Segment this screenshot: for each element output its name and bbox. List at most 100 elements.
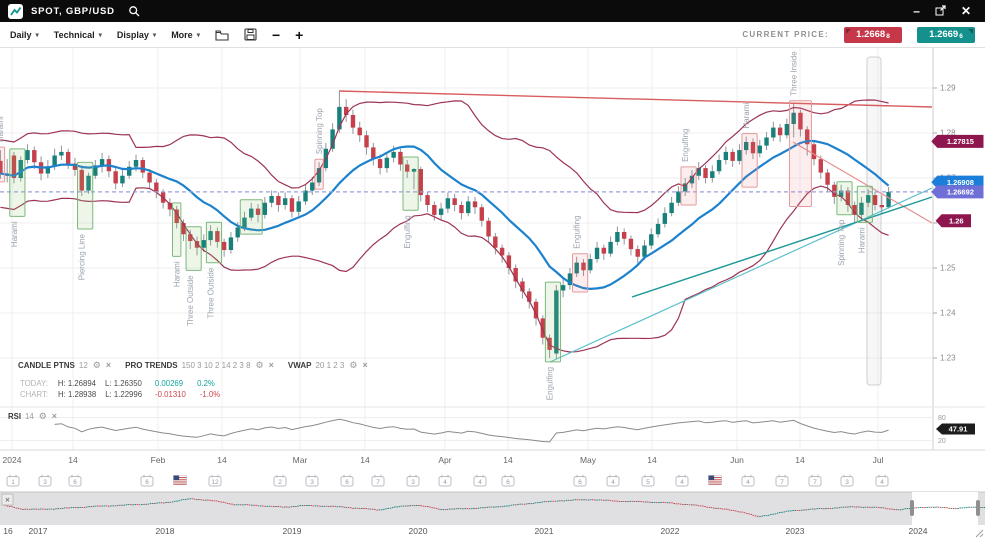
event-icon[interactable]: 4 xyxy=(474,475,486,486)
menu-technical[interactable]: Technical ▾ xyxy=(54,30,102,40)
pattern-box[interactable] xyxy=(742,134,757,188)
zoom-in-button[interactable]: + xyxy=(295,28,303,42)
navigator-handle-right[interactable] xyxy=(976,500,980,516)
candle-body xyxy=(385,158,389,168)
candle-body xyxy=(764,138,768,146)
event-count: 3 xyxy=(845,479,849,486)
pattern-box[interactable] xyxy=(315,159,323,189)
menu-display[interactable]: Display ▾ xyxy=(117,30,156,40)
event-icon[interactable]: 6 xyxy=(502,475,514,486)
event-count: 7 xyxy=(376,479,380,486)
navigator-handle-left[interactable] xyxy=(910,500,914,516)
event-icon[interactable]: 3 xyxy=(841,475,853,486)
pattern-label: Three Outside xyxy=(186,275,195,326)
indicator-settings-icon[interactable]: ⚙ xyxy=(349,360,357,370)
indicator-settings-icon[interactable]: ⚙ xyxy=(39,411,47,421)
trend-line[interactable] xyxy=(339,91,932,107)
indicator-params: 12 xyxy=(79,361,88,370)
candle-body xyxy=(425,195,429,205)
bid-price-badge[interactable]: 1.26688 xyxy=(844,27,902,43)
event-count: 4 xyxy=(443,479,447,486)
pattern-label: Harami xyxy=(0,116,5,142)
event-icon[interactable]: 4 xyxy=(607,475,619,486)
indicator-remove-icon[interactable]: × xyxy=(52,411,57,421)
event-icon[interactable]: 5 xyxy=(642,475,654,486)
pattern-box[interactable] xyxy=(573,254,588,292)
pattern-box[interactable] xyxy=(10,149,25,217)
navigator-year-label: 2022 xyxy=(661,526,680,536)
event-icon[interactable]: 2 xyxy=(274,475,286,486)
event-icon[interactable]: 3 xyxy=(407,475,419,486)
candle-body xyxy=(439,209,443,215)
pattern-box[interactable] xyxy=(240,200,262,234)
indicator-name: PRO TRENDS xyxy=(125,361,178,370)
event-icon[interactable]: 3 xyxy=(39,475,51,486)
us-flag-icon[interactable] xyxy=(174,476,187,485)
candle-body xyxy=(588,259,592,270)
minimize-button[interactable]: – xyxy=(913,5,920,17)
pattern-box[interactable] xyxy=(206,222,221,263)
event-icon[interactable]: 7 xyxy=(809,475,821,486)
pattern-box[interactable] xyxy=(0,147,5,182)
event-icon[interactable]: 7 xyxy=(776,475,788,486)
us-flag-icon[interactable] xyxy=(709,476,722,485)
event-count: 5 xyxy=(646,479,650,486)
event-count: 6 xyxy=(506,479,510,486)
rsi-value: 47.91 xyxy=(949,425,968,434)
candle-body xyxy=(771,128,775,138)
event-icon[interactable]: 4 xyxy=(676,475,688,486)
candle-body xyxy=(717,160,721,171)
indicator-settings-icon[interactable]: ⚙ xyxy=(256,360,264,370)
event-icon[interactable]: 4 xyxy=(439,475,451,486)
pattern-box[interactable] xyxy=(172,203,180,257)
indicator-params: 150 3 10 2 14 2 3 8 xyxy=(182,361,252,370)
menu-more[interactable]: More ▾ xyxy=(171,30,200,40)
trend-line[interactable] xyxy=(632,197,932,297)
event-icon[interactable]: 6 xyxy=(69,475,81,486)
event-icon[interactable]: 1 xyxy=(7,475,19,486)
menu-timeframe-daily[interactable]: Daily ▾ xyxy=(10,30,39,40)
popout-button[interactable] xyxy=(935,5,946,18)
event-icon[interactable]: 7 xyxy=(372,475,384,486)
navigator-close-button[interactable]: × xyxy=(2,494,13,505)
candle-body xyxy=(459,205,463,213)
indicator-remove-icon[interactable]: × xyxy=(269,360,274,370)
indicator-settings-icon[interactable]: ⚙ xyxy=(93,360,101,370)
event-icon[interactable]: 3 xyxy=(306,475,318,486)
event-icon[interactable]: 6 xyxy=(574,475,586,486)
pattern-box[interactable] xyxy=(186,227,201,271)
indicator-name: CANDLE PTNS xyxy=(18,361,76,370)
event-icon[interactable]: 4 xyxy=(876,475,888,486)
pattern-label: Three Inside xyxy=(789,51,798,96)
open-layout-button[interactable] xyxy=(215,29,229,41)
navigator[interactable]: ×1620172018201920202021202220232024 xyxy=(0,492,985,537)
candle-body xyxy=(812,144,816,159)
pattern-box[interactable] xyxy=(681,167,696,205)
ask-price-badge[interactable]: 1.26696 xyxy=(917,27,975,43)
candle-body xyxy=(32,150,36,162)
pattern-box[interactable] xyxy=(403,157,418,210)
pattern-box[interactable] xyxy=(78,162,93,229)
event-icon[interactable]: 6 xyxy=(341,475,353,486)
event-count: 3 xyxy=(310,479,314,486)
event-icon[interactable]: 4 xyxy=(742,475,754,486)
zoom-out-button[interactable]: − xyxy=(272,28,280,42)
indicator-remove-icon[interactable]: × xyxy=(362,360,367,370)
pattern-label: Engulfing xyxy=(545,367,554,400)
candle-body xyxy=(120,176,124,184)
indicator-remove-icon[interactable]: × xyxy=(106,360,111,370)
event-icon[interactable]: 6 xyxy=(141,475,153,486)
save-layout-button[interactable] xyxy=(244,28,257,41)
indicator-legend: CANDLE PTNS12 ⚙ × PRO TRENDS 150 3 10 2 14 2… xyxy=(18,360,368,399)
pattern-box[interactable] xyxy=(789,101,811,207)
navigator-window[interactable] xyxy=(912,492,978,525)
pattern-box[interactable] xyxy=(837,182,852,215)
pattern-box[interactable] xyxy=(857,186,872,222)
event-icon[interactable]: 12 xyxy=(209,475,221,486)
search-icon[interactable] xyxy=(128,5,141,18)
resize-grip[interactable] xyxy=(976,530,983,537)
candle-body xyxy=(819,159,823,173)
chart-canvas[interactable]: HaramiHaramiPiercing LineHaramiThree Out… xyxy=(0,48,985,539)
close-button[interactable]: ✕ xyxy=(961,5,971,17)
pattern-box[interactable] xyxy=(545,282,560,362)
